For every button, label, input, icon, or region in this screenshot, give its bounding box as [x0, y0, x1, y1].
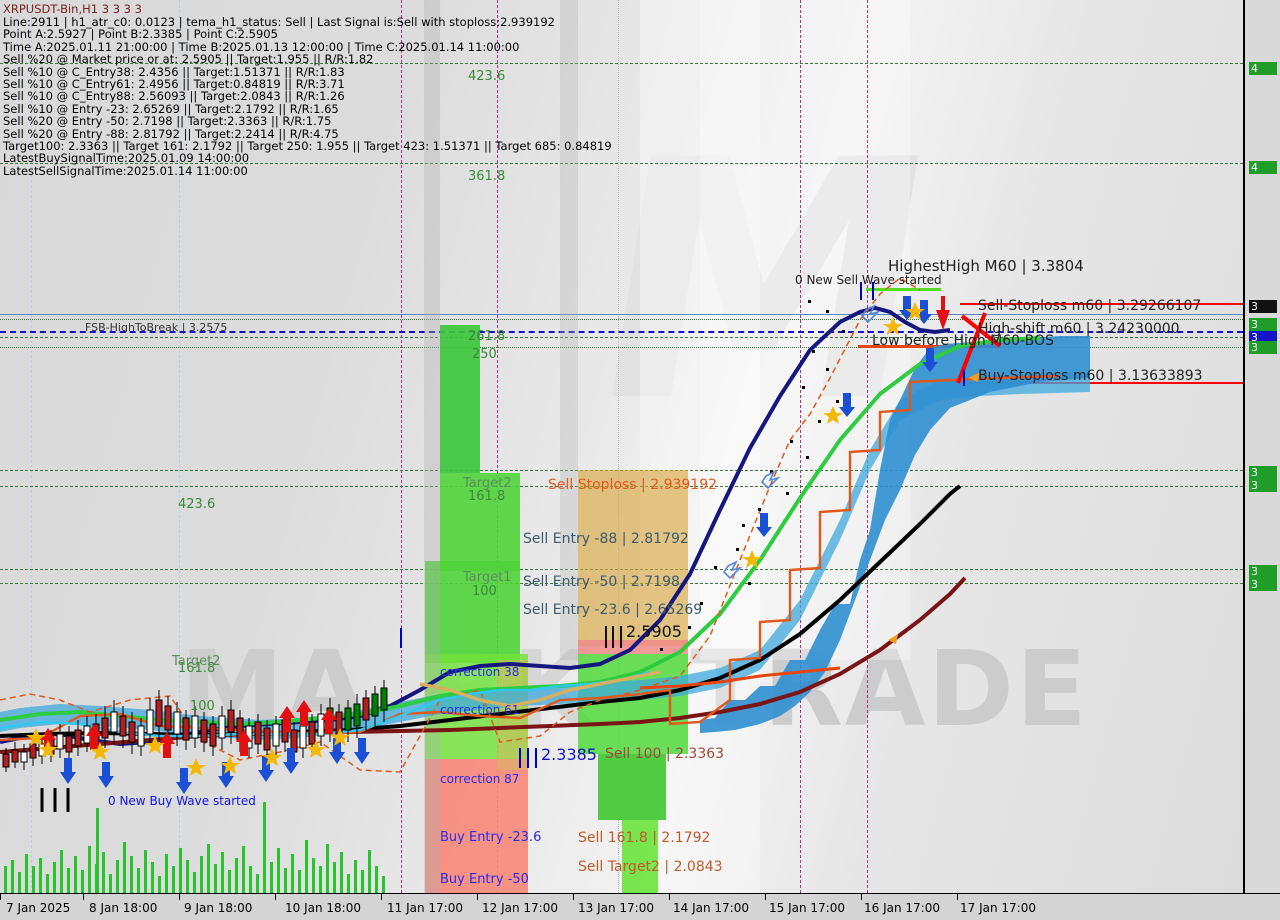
buy-entry-50: Buy Entry -50: [440, 872, 529, 887]
fib-261: 261.8: [468, 329, 506, 344]
axis-tick: [573, 894, 574, 900]
fib-423-upper: 423.6: [468, 69, 506, 84]
time-axis-label: 11 Jan 17:00: [387, 901, 463, 915]
time-axis[interactable]: 7 Jan 2025 8 Jan 18:00 9 Jan 18:00 10 Jan 1…: [0, 893, 1280, 920]
fsb-high-break: FSB-HighToBreak | 3.2575: [85, 321, 228, 334]
fib-423-left: 423.6: [178, 497, 216, 512]
correction-87: correction 87: [440, 772, 520, 786]
tag-3-e: 3: [1249, 565, 1277, 578]
low-before-high: Low before High M60-BOS: [872, 333, 1054, 349]
tag-3-c: 3: [1249, 466, 1277, 479]
new-buy-wave: 0 New Buy Wave started: [108, 794, 256, 808]
axis-tick: [0, 894, 1, 900]
fib-361-upper: 361.8: [468, 169, 506, 184]
correction-61: correction 61: [440, 703, 520, 717]
highest-high: HighestHigh M60 | 3.3804: [888, 257, 1084, 275]
sell-entry-88: Sell Entry -88 | 2.81792: [523, 531, 689, 547]
point-b-marker2: [527, 748, 529, 768]
tag-3-b: 3: [1249, 341, 1277, 354]
target2-left: Target2: [172, 654, 221, 669]
header-info-line: LatestSellSignalTime:2025.01.14 11:00:00: [3, 163, 248, 178]
time-axis-label: 10 Jan 18:00: [285, 901, 361, 915]
buy-stoploss-m60: Buy-Stoploss m60 | 3.13633893: [978, 368, 1203, 384]
point-c-marker2: [612, 626, 614, 648]
point-b-price: 2.3385: [541, 745, 597, 764]
time-axis-label: 15 Jan 17:00: [769, 901, 845, 915]
sell-stoploss: Sell Stoploss | 2.939192: [548, 477, 718, 493]
time-axis-label: 16 Jan 17:00: [864, 901, 940, 915]
point-b-marker: [519, 748, 521, 768]
time-axis-label: 8 Jan 18:00: [89, 901, 158, 915]
tag-3-f: 3: [1249, 578, 1277, 591]
point-c-marker3: [620, 626, 622, 648]
chart-plot-area[interactable]: M MA TRADE RK: [0, 0, 1243, 893]
point-a-marker: [400, 628, 402, 648]
target2-value: 161.8: [468, 489, 506, 504]
axis-tick: [179, 894, 180, 900]
time-axis-label: 17 Jan 17:00: [960, 901, 1036, 915]
axis-tick: [765, 894, 766, 900]
axis-tick: [275, 894, 276, 900]
correction-38: correction 38: [440, 665, 520, 679]
sell-entry-50: Sell Entry -50 | 2.7198: [523, 574, 680, 590]
time-axis-label: 13 Jan 17:00: [578, 901, 654, 915]
tag-3-d: 3: [1249, 479, 1277, 492]
tag-3-black: 3: [1249, 300, 1277, 313]
sell-target2: Sell Target2 | 2.0843: [578, 859, 723, 875]
metatrader-chart-window: M MA TRADE RK: [0, 0, 1280, 920]
sell-stoploss-m60: Sell-Stoploss m60 | 3.29266107: [978, 298, 1202, 314]
point-c-marker: [605, 626, 607, 648]
axis-tick: [669, 894, 670, 900]
target1-label: Target1: [463, 570, 512, 585]
sell-entry-236: Sell Entry -23.6 | 2.65269: [523, 602, 703, 618]
new-sell-wave: 0 New Sell Wave started: [795, 273, 942, 287]
tag-4-lower: 4: [1249, 161, 1277, 174]
axis-tick: [957, 894, 958, 900]
time-axis-label: 9 Jan 18:00: [184, 901, 253, 915]
buy-stoploss-marker: [963, 370, 965, 386]
point-b-marker3: [535, 748, 537, 768]
header-info-line: Sell %20 @ Entry -50: 2.7198 || Target:2…: [3, 114, 332, 129]
time-axis-label: 14 Jan 17:00: [673, 901, 749, 915]
fib-250: 250: [472, 347, 497, 362]
point-c-price: 2.5905: [626, 622, 682, 641]
axis-tick: [83, 894, 84, 900]
fib-100-left: 100: [190, 699, 215, 714]
header-info-line: Sell %20 @ Market price or at: 2.5905 ||…: [3, 52, 374, 67]
axis-tick: [381, 894, 382, 900]
time-axis-label: 12 Jan 17:00: [482, 901, 558, 915]
axis-tick: [477, 894, 478, 900]
chart-symbol-title: XRPUSDT-Bin,H1 3 3 3 3: [3, 2, 142, 16]
sell-1618-target: Sell 161.8 | 2.1792: [578, 830, 711, 846]
price-scale[interactable]: 4433333333: [1243, 0, 1280, 893]
tag-4-upper: 4: [1249, 62, 1277, 75]
target1-value: 100: [472, 584, 497, 599]
time-axis-label: 7 Jan 2025: [6, 901, 71, 915]
sell-100-target: Sell 100 | 2.3363: [605, 746, 725, 762]
axis-tick: [861, 894, 862, 900]
tag-3-a: 3: [1249, 318, 1277, 331]
buy-entry-236: Buy Entry -23.6: [440, 830, 542, 845]
